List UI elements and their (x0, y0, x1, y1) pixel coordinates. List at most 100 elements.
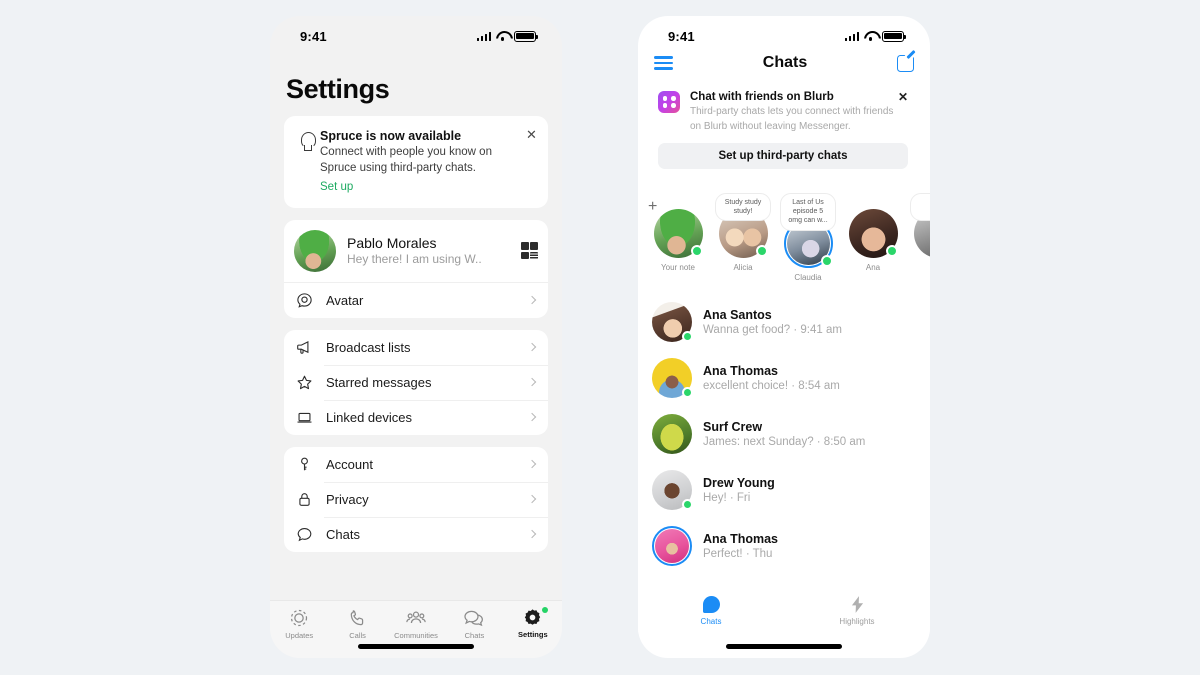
profile-row[interactable]: Pablo Morales Hey there! I am using W.. (284, 220, 548, 283)
note-text: Last of Us episode 5 omg can w... (780, 193, 836, 231)
chat-name: Surf Crew (703, 419, 763, 434)
note-name: Alicia (733, 263, 753, 273)
updates-icon (291, 609, 308, 627)
compose-icon[interactable] (897, 54, 914, 72)
hamburger-menu-icon[interactable] (654, 56, 673, 70)
chevron-right-icon (527, 459, 537, 469)
settings-item-label: Linked devices (326, 409, 412, 425)
note-text: Hang (910, 193, 930, 221)
settings-item-avatar[interactable]: Avatar (284, 283, 548, 318)
phone-icon (350, 610, 363, 626)
qr-code-icon[interactable] (521, 242, 538, 260)
banner-title: Chat with friends on Blurb (690, 91, 834, 103)
tab-chats[interactable]: Chats (445, 608, 503, 640)
add-note-icon[interactable]: + (648, 199, 657, 215)
chat-list-item[interactable]: Drew Young Hey! · Fri (638, 462, 930, 518)
setup-third-party-chats-button[interactable]: Set up third-party chats (658, 143, 908, 169)
status-bar-left: 9:41 (270, 16, 562, 50)
chat-list-item[interactable]: Surf Crew James: next Sunday? · 8:50 am (638, 406, 930, 462)
cellular-bars-icon (844, 31, 859, 41)
laptop-icon (294, 409, 314, 426)
cellular-bars-icon (476, 31, 491, 41)
chevron-right-icon (527, 494, 537, 504)
chats-icon (464, 610, 484, 627)
profile-name: Pablo Morales (347, 235, 437, 252)
chat-list-item[interactable]: Ana Thomas Perfect! · Thu (638, 518, 930, 574)
settings-item-label: Starred messages (326, 374, 432, 390)
lightbulb-icon (294, 129, 320, 195)
battery-full-icon (514, 30, 539, 42)
page-title: Chats (762, 54, 808, 71)
promo-description: Connect with people you know on Spruce u… (320, 146, 492, 174)
status-badge (690, 245, 703, 257)
chat-name: Ana Santos (703, 307, 772, 322)
chat-name: Ana Thomas (703, 363, 779, 378)
note-item[interactable]: Last of Us episode 5 omg can w... Claudi… (780, 193, 836, 282)
tab-label: Highlights (839, 617, 875, 626)
status-bar-right: 9:41 (638, 16, 930, 50)
status-time: 9:41 (300, 28, 327, 44)
settings-item-starred-messages[interactable]: Starred messages (284, 364, 548, 400)
tab-calls[interactable]: Calls (328, 608, 386, 640)
chat-preview: James: next Sunday? · 8:50 am (703, 435, 866, 448)
settings-item-label: Privacy (326, 491, 369, 507)
wifi-icon (496, 31, 509, 41)
chat-list-item[interactable]: Ana Santos Wanna get food? · 9:41 am (638, 294, 930, 350)
status-badge (755, 245, 768, 258)
settings-item-linked-devices[interactable]: Linked devices (284, 399, 548, 435)
avatar (294, 229, 336, 272)
home-indicator (726, 644, 842, 649)
phone-right-chats: 9:41 Chats Chat with friends on Blurb Th… (638, 16, 930, 658)
tab-label: Calls (349, 631, 366, 640)
settings-item-label: Avatar (326, 292, 364, 308)
chat-name: Drew Young (703, 475, 775, 490)
settings-item-chats[interactable]: Chats (284, 516, 548, 552)
note-name: Claudia (794, 272, 822, 282)
tab-label: Communities (394, 631, 438, 640)
chat-name: Ana Thomas (703, 531, 779, 546)
status-badge (885, 245, 898, 257)
settings-item-account[interactable]: Account (284, 447, 548, 482)
lightning-bolt-icon (851, 596, 863, 613)
avatar (652, 301, 693, 342)
status-badge (820, 254, 833, 267)
avatar (653, 209, 703, 258)
note-item[interactable]: Study study study! Alicia (715, 193, 771, 282)
battery-full-icon (882, 30, 907, 42)
screenshot-stage: 9:41 Settings Spruce is now available Co… (0, 0, 1200, 675)
avatar (652, 525, 692, 566)
settings-item-broadcast-lists[interactable]: Broadcast lists (284, 330, 548, 365)
note-item[interactable]: Ana (845, 193, 901, 282)
settings-item-label: Broadcast lists (326, 339, 411, 355)
promo-setup-link[interactable]: Set up (320, 181, 353, 193)
settings-item-privacy[interactable]: Privacy (284, 481, 548, 517)
blurb-app-icon (658, 91, 680, 113)
spruce-promo-card[interactable]: Spruce is now available Connect with peo… (284, 116, 548, 208)
chats-navbar: Chats (638, 50, 930, 82)
notes-row[interactable]: + Your note Study study study! Alicia La… (638, 179, 930, 288)
note-item[interactable]: Hang Br.. (910, 193, 930, 282)
note-item[interactable]: + Your note (648, 193, 706, 282)
settings-item-label: Account (326, 456, 373, 472)
tab-label: Chats (464, 631, 485, 640)
tab-bar-right: Chats Highlights (638, 588, 930, 634)
chevron-right-icon (527, 295, 537, 305)
tab-updates[interactable]: Updates (270, 608, 328, 640)
phone-left-settings: 9:41 Settings Spruce is now available Co… (270, 16, 562, 658)
tab-label: Updates (285, 631, 314, 640)
status-time: 9:41 (668, 28, 695, 44)
close-icon[interactable]: ✕ (525, 128, 538, 141)
tab-communities[interactable]: Communities (387, 608, 445, 640)
chevron-right-icon (527, 342, 537, 352)
avatar (652, 357, 693, 398)
star-icon (294, 374, 314, 391)
tab-highlights[interactable]: Highlights (784, 596, 930, 626)
settings-content: Settings Spruce is now available Connect… (270, 50, 562, 552)
lock-icon (294, 491, 314, 508)
close-icon[interactable]: ✕ (898, 91, 908, 103)
avatar-icon (294, 292, 314, 309)
chat-list-item[interactable]: Ana Thomas excellent choice! · 8:54 am (638, 350, 930, 406)
tab-chats[interactable]: Chats (638, 596, 784, 626)
tab-settings[interactable]: Settings (504, 607, 562, 639)
